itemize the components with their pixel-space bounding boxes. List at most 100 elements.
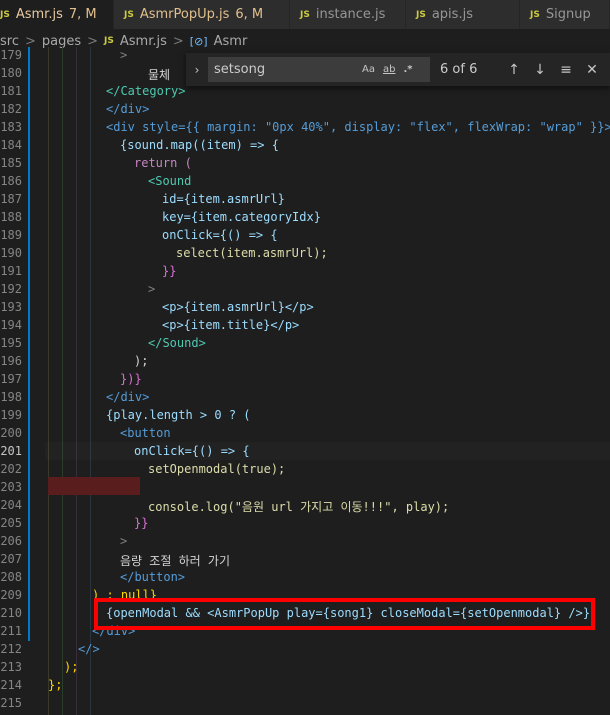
line-number: 180 xyxy=(0,66,22,80)
code-text: > xyxy=(120,48,128,62)
code-text: {sound.map((item) => { xyxy=(120,138,279,152)
arrow-up-icon[interactable]: ↑ xyxy=(502,62,526,78)
tab-instance-js[interactable]: JS instance.js xyxy=(290,0,406,29)
line-number: 190 xyxy=(0,246,22,260)
tab-asmrpopup-js[interactable]: JS AsmrPopUp.js 6, M xyxy=(114,0,290,29)
code-line: <p>{item.asmrUrl}</p> xyxy=(162,300,314,314)
regex-icon[interactable]: .* xyxy=(403,64,412,75)
line-number: 206 xyxy=(0,534,22,548)
symbol-icon: [⊘] xyxy=(189,34,208,48)
tab-status: 7, M xyxy=(68,7,97,22)
code-text: return ( xyxy=(134,156,192,170)
code-text: </div> xyxy=(106,390,150,404)
code-line: <button xyxy=(120,426,171,440)
tab-status: 6, M xyxy=(235,7,264,22)
line-number: 212 xyxy=(0,642,22,656)
code-line: id={item.asmrUrl} xyxy=(162,192,285,206)
line-number: 188 xyxy=(0,210,22,224)
tab-asmr-js[interactable]: JS Asmr.js 7, M xyxy=(0,0,114,29)
line-number: 189 xyxy=(0,228,22,242)
line-number: 179 xyxy=(0,48,22,62)
code-text: ); xyxy=(64,660,79,674)
line-number: 198 xyxy=(0,390,22,404)
arrow-down-icon[interactable]: ↓ xyxy=(528,62,552,78)
line-number: 203 xyxy=(0,480,22,494)
line-number: 184 xyxy=(0,138,22,152)
code-line: > xyxy=(148,282,155,296)
code-line: key={item.categoryIdx} xyxy=(162,210,321,224)
line-number: 213 xyxy=(0,660,22,674)
line-number: 205 xyxy=(0,516,22,530)
code-line: {play.length > 0 ? ( xyxy=(106,408,251,422)
code-line: </button> xyxy=(120,570,185,584)
js-file-icon: JS xyxy=(416,9,426,20)
code-line: return ( xyxy=(134,156,192,170)
code-line: </> xyxy=(78,642,100,656)
match-case-icon[interactable]: Aa xyxy=(362,64,375,75)
code-line: setOpenmodal(true); xyxy=(148,462,285,476)
error-highlight xyxy=(48,477,140,495)
close-icon[interactable]: ✕ xyxy=(580,62,604,78)
code-text: }} xyxy=(134,516,149,530)
chevron-right-icon[interactable]: › xyxy=(186,63,208,77)
line-number: 194 xyxy=(0,318,22,332)
line-number: 183 xyxy=(0,120,22,134)
code-line: <Sound xyxy=(148,174,191,188)
line-number: 181 xyxy=(0,84,22,98)
code-line: <div style={{ margin: "0px 40%", display… xyxy=(106,120,610,134)
code-text: </Sound> xyxy=(148,336,206,350)
code-text: </> xyxy=(78,642,100,656)
code-text: <p>{item.asmrUrl}</p> xyxy=(162,300,314,314)
line-number: 214 xyxy=(0,678,22,692)
code-text: </div> xyxy=(106,102,150,116)
line-number: 186 xyxy=(0,174,22,188)
code-text: console.log("음원 url 가지고 이동!!!", play); xyxy=(148,500,450,514)
line-number: 201 xyxy=(0,444,22,458)
code-line: ); xyxy=(134,354,148,368)
code-text: </Category> xyxy=(106,84,186,98)
code-text: onClick={() => { xyxy=(162,228,278,242)
js-file-icon: JS xyxy=(104,36,114,46)
code-text: <Sound xyxy=(148,174,192,188)
tab-label: Signup xyxy=(545,7,591,22)
line-number: 199 xyxy=(0,408,22,422)
find-input[interactable] xyxy=(214,62,354,77)
line-number: 191 xyxy=(0,264,22,278)
code-text: }} xyxy=(162,264,177,278)
code-text: > xyxy=(148,282,156,296)
line-number: 209 xyxy=(0,588,22,602)
tab-apis-js[interactable]: JS apis.js xyxy=(406,0,520,29)
code-text: <p>{item.title}</p> xyxy=(162,318,300,332)
line-number: 197 xyxy=(0,372,22,386)
indent-guide xyxy=(62,47,63,715)
line-number: 200 xyxy=(0,426,22,440)
line-number: 182 xyxy=(0,102,22,116)
find-in-selection-icon[interactable]: ≡ xyxy=(554,62,578,78)
code-text: 물체 xyxy=(148,68,171,82)
code-line: onClick={() => { xyxy=(162,228,278,242)
current-line-highlight xyxy=(45,442,610,460)
code-line: 음량 조절 하러 가기 xyxy=(120,552,230,569)
match-whole-word-icon[interactable]: ab xyxy=(383,64,395,75)
code-text: key={item.categoryIdx} xyxy=(162,210,321,224)
tab-label: Asmr.js xyxy=(15,7,63,22)
code-line: {sound.map((item) => { xyxy=(120,138,279,152)
code-text: setOpenmodal(true); xyxy=(148,462,286,476)
highlight-box xyxy=(94,598,595,630)
code-line: onClick={() => { xyxy=(134,444,250,458)
line-number: 211 xyxy=(0,624,22,638)
code-text: <button xyxy=(120,426,171,440)
code-line: </Category> xyxy=(106,84,185,98)
line-number: 210 xyxy=(0,606,22,620)
code-text: onClick={() => { xyxy=(134,444,250,458)
code-line: })} xyxy=(120,372,142,386)
line-number: 193 xyxy=(0,300,22,314)
indent-guide xyxy=(76,47,77,715)
code-text: <div style={{ margin: "0px 40%", display… xyxy=(106,120,610,134)
editor-tab-bar: JS Asmr.js 7, M JS AsmrPopUp.js 6, M JS … xyxy=(0,0,610,29)
tab-signup[interactable]: JS Signup xyxy=(520,0,610,29)
line-number: 204 xyxy=(0,498,22,512)
line-number: 208 xyxy=(0,570,22,584)
code-line: > xyxy=(120,48,127,62)
code-line: console.log("음원 url 가지고 이동!!!", play); xyxy=(148,498,449,515)
